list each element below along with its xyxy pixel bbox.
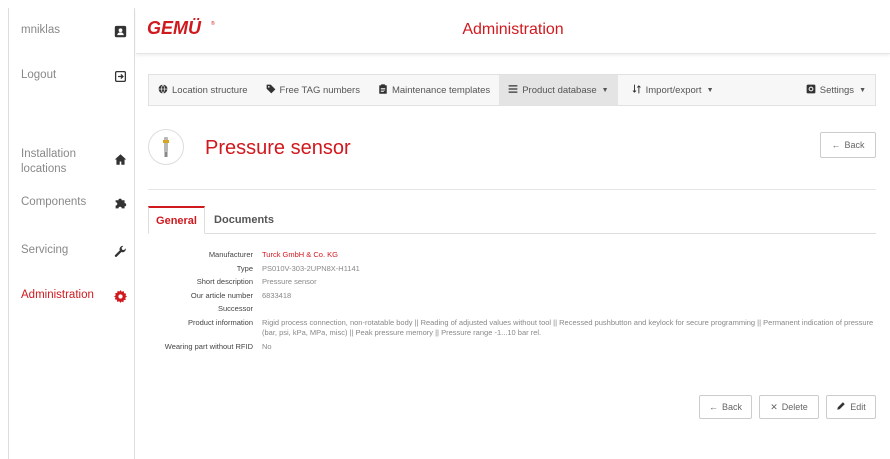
nav-label: Free TAG numbers bbox=[279, 84, 360, 96]
detail-key: Manufacturer bbox=[208, 250, 253, 259]
sort-icon bbox=[632, 84, 642, 97]
sidebar-item-administration[interactable]: Administration bbox=[21, 288, 128, 304]
back-button-bottom[interactable]: ← Back bbox=[699, 395, 752, 419]
detail-row-article-number: Our article number 6833418 bbox=[148, 291, 883, 302]
sidebar-logout[interactable]: Logout bbox=[21, 68, 128, 84]
arrow-left-icon: ← bbox=[708, 402, 718, 412]
id-card-icon bbox=[112, 23, 128, 39]
sidebar-item-label: Servicing bbox=[21, 244, 69, 256]
product-details: Manufacturer Turck GmbH & Co. KG Type PS… bbox=[148, 250, 883, 355]
back-button-label: Back bbox=[721, 402, 742, 412]
sidebar-item-installation-locations[interactable]: Installation locations bbox=[21, 147, 128, 177]
logo-text: GEMÜ bbox=[147, 18, 202, 38]
detail-key: Type bbox=[236, 263, 253, 273]
chevron-down-icon: ▼ bbox=[859, 86, 866, 94]
pressure-sensor-icon bbox=[163, 137, 169, 157]
sign-out-icon bbox=[112, 68, 128, 84]
arrow-left-icon: ← bbox=[831, 140, 841, 150]
detail-value: Rigid process connection, non-rotatable … bbox=[262, 317, 874, 338]
detail-value: 6833418 bbox=[262, 290, 292, 300]
nav-label: Location structure bbox=[172, 84, 248, 96]
header: GEMÜ ® Administration bbox=[136, 8, 890, 54]
list-icon bbox=[508, 84, 518, 97]
detail-row-manufacturer: Manufacturer Turck GmbH & Co. KG bbox=[148, 250, 883, 261]
puzzle-icon bbox=[112, 195, 128, 211]
sidebar-item-label: Installation locations bbox=[21, 148, 76, 175]
settings-icon bbox=[806, 84, 816, 97]
delete-button[interactable]: ✕ Delete bbox=[759, 395, 819, 419]
detail-value: PS010V-303-2UPN8X-H1141 bbox=[262, 263, 360, 273]
divider bbox=[148, 189, 876, 190]
detail-key: Wearing part without RFID bbox=[164, 341, 253, 351]
home-icon bbox=[112, 151, 128, 167]
nav-product-database[interactable]: Product database ▼ bbox=[499, 75, 618, 105]
detail-value: No bbox=[262, 341, 272, 351]
page-title: Administration bbox=[462, 21, 564, 38]
sidebar-item-label: Components bbox=[21, 196, 87, 208]
detail-row-successor: Successor bbox=[148, 304, 883, 315]
detail-key: Successor bbox=[217, 304, 253, 313]
detail-value: Pressure sensor bbox=[262, 277, 317, 286]
detail-row-wearing-part: Wearing part without RFID No bbox=[148, 342, 883, 353]
nav-settings[interactable]: Settings ▼ bbox=[797, 75, 875, 105]
detail-key: Product information bbox=[187, 317, 253, 327]
clipboard-icon bbox=[378, 83, 388, 97]
edit-button[interactable]: Edit bbox=[826, 395, 876, 419]
edit-button-label: Edit bbox=[850, 402, 866, 412]
svg-text:®: ® bbox=[211, 20, 215, 27]
pencil-icon bbox=[836, 401, 846, 413]
detail-key: Our article number bbox=[190, 290, 253, 300]
sidebar: mniklas Logout Installation locations Co… bbox=[8, 8, 135, 459]
chevron-down-icon: ▼ bbox=[601, 86, 609, 94]
sidebar-item-components[interactable]: Components bbox=[21, 195, 128, 211]
nav-label: Settings bbox=[819, 84, 855, 96]
nav-import-export[interactable]: Import/export ▼ bbox=[618, 75, 723, 105]
nav-label: Maintenance templates bbox=[391, 84, 491, 96]
gemu-logo[interactable]: GEMÜ ® bbox=[146, 18, 218, 43]
sidebar-user[interactable]: mniklas bbox=[21, 23, 128, 39]
admin-navbar: Location structure Free TAG numbers Main… bbox=[148, 74, 876, 106]
sidebar-item-label: Administration bbox=[21, 289, 94, 301]
nav-free-tag-numbers[interactable]: Free TAG numbers bbox=[257, 75, 369, 105]
tag-icon bbox=[266, 84, 276, 97]
close-icon: ✕ bbox=[770, 401, 778, 412]
detail-row-type: Type PS010V-303-2UPN8X-H1141 bbox=[148, 264, 883, 275]
manufacturer-link[interactable]: Turck GmbH & Co. KG bbox=[262, 250, 883, 261]
product-title: Pressure sensor bbox=[205, 137, 351, 159]
back-button[interactable]: ← Back bbox=[820, 132, 876, 158]
nav-location-structure[interactable]: Location structure bbox=[149, 75, 257, 105]
nav-maintenance-templates[interactable]: Maintenance templates bbox=[369, 75, 499, 105]
nav-label: Import/export bbox=[645, 84, 702, 96]
gear-icon bbox=[112, 288, 128, 304]
sidebar-item-servicing[interactable]: Servicing bbox=[21, 243, 128, 259]
detail-row-short-description: Short description Pressure sensor bbox=[148, 277, 883, 288]
chevron-down-icon: ▼ bbox=[706, 86, 714, 94]
detail-value bbox=[262, 304, 883, 315]
delete-button-label: Delete bbox=[781, 402, 808, 412]
sidebar-logout-label: Logout bbox=[21, 69, 57, 81]
nav-label: Product database bbox=[522, 84, 597, 96]
tab-general[interactable]: General bbox=[148, 206, 205, 234]
tab-documents[interactable]: Documents bbox=[205, 206, 283, 234]
sidebar-user-label: mniklas bbox=[21, 24, 60, 36]
product-image bbox=[148, 129, 184, 165]
detail-key: Short description bbox=[196, 277, 253, 286]
globe-icon bbox=[158, 83, 168, 97]
wrench-icon bbox=[112, 243, 128, 259]
back-button-label: Back bbox=[844, 140, 865, 150]
detail-row-product-information: Product information Rigid process connec… bbox=[148, 318, 883, 339]
